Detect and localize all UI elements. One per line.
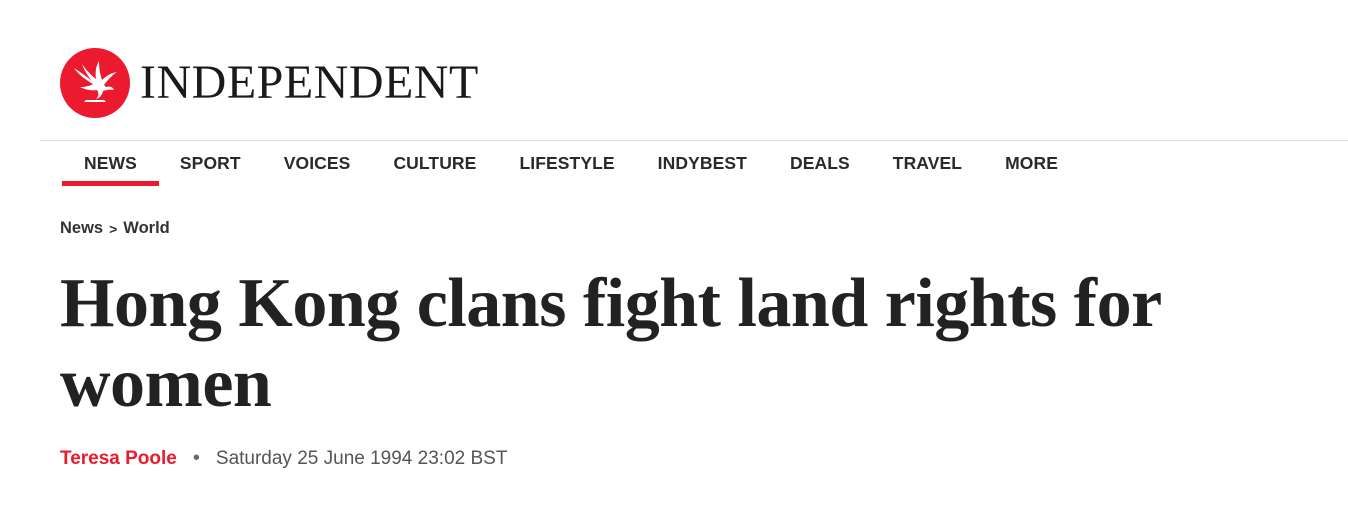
eagle-icon[interactable] [60,48,130,118]
nav-item-indybest[interactable]: INDYBEST [658,140,747,186]
nav-item-lifestyle[interactable]: LIFESTYLE [519,140,614,186]
masthead: INDEPENDENT [60,48,479,118]
nav-item-travel[interactable]: TRAVEL [893,140,962,186]
author-link[interactable]: Teresa Poole [60,448,177,470]
nav-item-news[interactable]: NEWS [62,140,159,186]
breadcrumb-separator: > [109,220,118,237]
breadcrumb: News > World [60,219,170,238]
nav-item-deals[interactable]: DEALS [790,140,850,186]
site-wordmark[interactable]: INDEPENDENT [140,59,479,107]
primary-nav: NEWS SPORT VOICES CULTURE LIFESTYLE INDY… [62,140,1101,186]
nav-item-more[interactable]: MORE [1005,140,1058,186]
byline: Teresa Poole • Saturday 25 June 1994 23:… [60,447,507,470]
publish-date: Saturday 25 June 1994 23:02 BST [215,447,508,469]
nav-item-voices[interactable]: VOICES [284,140,351,186]
byline-bullet: • [192,447,200,469]
nav-item-culture[interactable]: CULTURE [393,140,476,186]
breadcrumb-world-link[interactable]: World [123,219,169,238]
nav-item-sport[interactable]: SPORT [180,140,241,186]
article-headline: Hong Kong clans fight land rights for wo… [60,265,1161,422]
breadcrumb-news-link[interactable]: News [60,219,103,238]
